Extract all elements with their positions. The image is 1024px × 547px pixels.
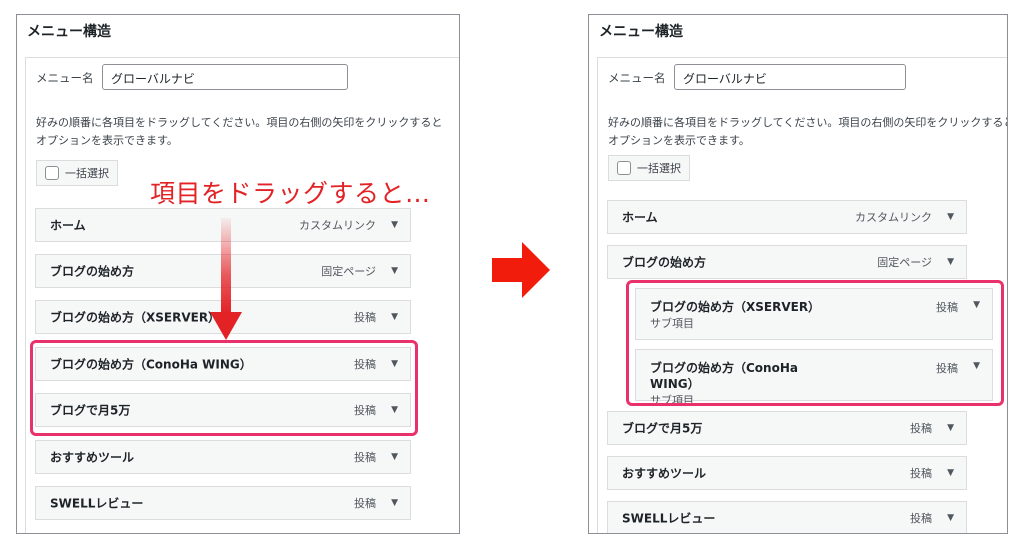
red-right-arrow-icon <box>492 242 550 298</box>
menu-item-type: 投稿 <box>910 467 932 480</box>
menu-structure-panel-after: メニュー構造 メニュー名 グローバルナビ 好みの順番に各項目をドラッグしてくださ… <box>588 14 1008 534</box>
sub-items-highlight <box>626 280 1004 406</box>
menu-name-label: メニュー名 <box>608 71 666 85</box>
menu-item-title: ブログの始め方 <box>50 264 135 279</box>
panel-title: メニュー構造 <box>27 24 111 40</box>
expand-arrow-icon[interactable]: ▼ <box>391 312 398 322</box>
drag-caption: 項目をドラッグすると… <box>150 179 431 208</box>
menu-item-type: カスタムリンク <box>299 219 376 232</box>
menu-item-type: 投稿 <box>354 451 376 464</box>
menu-item-title: ブログの始め方 <box>622 255 707 270</box>
menu-item-title: ブログで月5万 <box>622 421 703 436</box>
menu-item-title: ホーム <box>622 210 658 225</box>
menu-item-title: おすすめツール <box>622 466 707 481</box>
instructions-line-2: オプションを表示できます。 <box>36 134 178 147</box>
expand-arrow-icon[interactable]: ▼ <box>947 513 954 523</box>
menu-item[interactable]: おすすめツール 投稿 ▼ <box>607 456 967 490</box>
expand-arrow-icon[interactable]: ▼ <box>391 266 398 276</box>
bulk-select-label: 一括選択 <box>65 167 109 180</box>
bulk-select-label: 一括選択 <box>637 162 681 175</box>
menu-name-input[interactable]: グローバルナビ <box>674 64 906 90</box>
menu-item[interactable]: おすすめツール 投稿 ▼ <box>35 440 411 474</box>
expand-arrow-icon[interactable]: ▼ <box>391 452 398 462</box>
expand-arrow-icon[interactable]: ▼ <box>947 212 954 222</box>
menu-item-title: ブログの始め方（XSERVER） <box>50 310 221 325</box>
menu-item[interactable]: SWELLレビュー 投稿 ▼ <box>607 501 967 533</box>
expand-arrow-icon[interactable]: ▼ <box>947 257 954 267</box>
expand-arrow-icon[interactable]: ▼ <box>947 423 954 433</box>
dragged-items-highlight <box>30 340 418 436</box>
menu-item-type: 固定ページ <box>321 265 376 278</box>
red-down-arrow-icon <box>210 218 242 340</box>
menu-item-title: ホーム <box>50 218 86 233</box>
expand-arrow-icon[interactable]: ▼ <box>391 220 398 230</box>
menu-item-title: SWELLレビュー <box>622 511 716 526</box>
menu-item-type: 投稿 <box>910 422 932 435</box>
bulk-select-checkbox[interactable] <box>45 166 59 180</box>
menu-item-type: カスタムリンク <box>855 211 932 224</box>
panel-title: メニュー構造 <box>599 24 683 40</box>
instructions-line-2: オプションを表示できます。 <box>608 134 750 147</box>
menu-item[interactable]: ホーム カスタムリンク ▼ <box>607 200 967 234</box>
instructions-line-1: 好みの順番に各項目をドラッグしてください。項目の右側の矢印をクリックすると <box>36 116 443 129</box>
expand-arrow-icon[interactable]: ▼ <box>947 468 954 478</box>
bulk-select-control[interactable]: 一括選択 <box>36 160 118 186</box>
expand-arrow-icon[interactable]: ▼ <box>391 498 398 508</box>
menu-name-label: メニュー名 <box>36 71 94 85</box>
menu-item-title: おすすめツール <box>50 450 135 465</box>
menu-name-input[interactable]: グローバルナビ <box>102 64 348 90</box>
bulk-select-control[interactable]: 一括選択 <box>608 155 690 181</box>
menu-item[interactable]: ブログの始め方 固定ページ ▼ <box>607 245 967 279</box>
instructions-line-1: 好みの順番に各項目をドラッグしてください。項目の右側の矢印をクリックすると <box>608 116 1008 129</box>
bulk-select-checkbox[interactable] <box>617 161 631 175</box>
menu-item-title: SWELLレビュー <box>50 496 144 511</box>
menu-item[interactable]: SWELLレビュー 投稿 ▼ <box>35 486 411 520</box>
menu-item[interactable]: ブログで月5万 投稿 ▼ <box>607 411 967 445</box>
menu-item-type: 投稿 <box>354 497 376 510</box>
menu-item-type: 投稿 <box>910 512 932 525</box>
menu-item-type: 投稿 <box>354 311 376 324</box>
menu-item-type: 固定ページ <box>877 256 932 269</box>
